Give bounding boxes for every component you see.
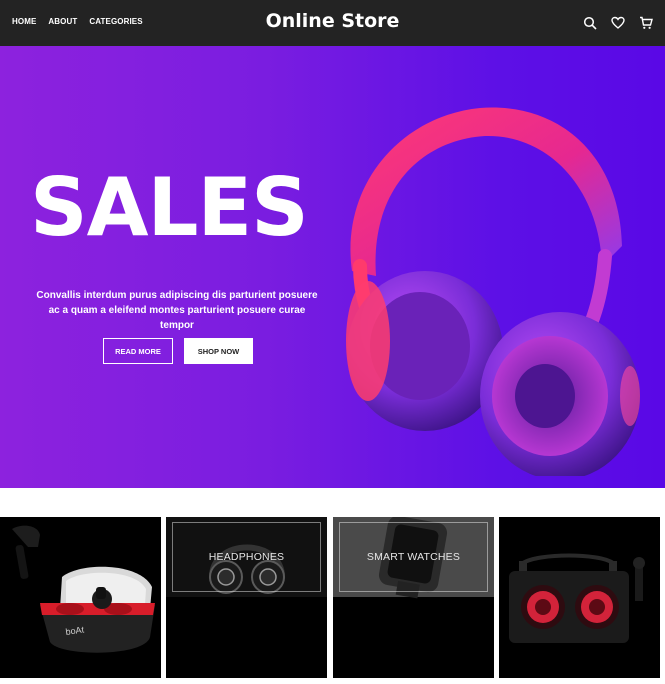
hero-title: SALES [30,161,309,254]
hero-banner: SALES Convallis interdum purus adipiscin… [0,46,665,488]
tile-headphones[interactable]: HEADPHONES [166,517,327,678]
tile-label-smart-watches: SMART WATCHES [339,522,488,592]
tile-speaker[interactable] [499,517,660,678]
hero-description: Convallis interdum purus adipiscing dis … [36,290,318,331]
tile-earbuds[interactable]: boAt [0,517,161,678]
tile-label-headphones: HEADPHONES [172,522,321,592]
speaker-image [509,553,645,643]
category-tiles: boAt HEADPHONES SMART WATCHES [0,517,665,678]
shop-now-button[interactable]: SHOP NOW [184,338,253,364]
nav-home[interactable]: HOME [12,17,36,26]
earbuds-image: boAt [12,525,155,653]
cart-icon[interactable] [639,15,653,29]
read-more-button[interactable]: READ MORE [103,338,173,364]
tile-smart-watches[interactable]: SMART WATCHES [333,517,494,678]
main-nav: HOME ABOUT CATEGORIES [12,17,143,26]
heart-icon[interactable] [611,15,625,29]
nav-categories[interactable]: CATEGORIES [89,17,142,26]
headphones-image [346,107,640,476]
nav-about[interactable]: ABOUT [48,17,77,26]
top-header: HOME ABOUT CATEGORIES Online Store [0,0,665,46]
search-icon[interactable] [583,15,597,30]
header-icons [583,15,653,30]
